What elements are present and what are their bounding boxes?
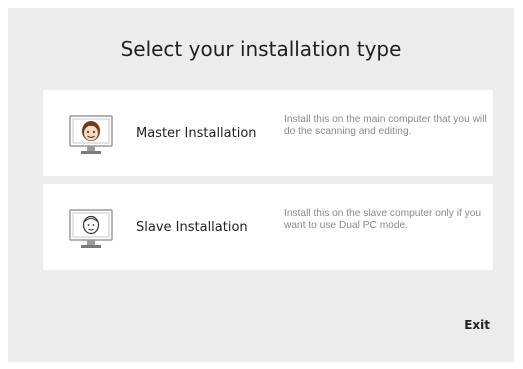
page-title: Select your installation type: [120, 37, 402, 61]
master-installation-label: Master Installation: [136, 126, 257, 141]
slave-installation-option[interactable]: Slave Installation Install this on the s…: [43, 184, 493, 270]
master-installation-option[interactable]: Master Installation Install this on the …: [43, 90, 493, 176]
slave-installation-label: Slave Installation: [136, 220, 248, 235]
installer-window: Select your installation type Master Ins…: [8, 8, 514, 362]
master-installation-description: Install this on the main computer that y…: [284, 114, 487, 137]
exit-button[interactable]: Exit: [464, 318, 490, 332]
slave-computer-icon: [69, 209, 113, 248]
slave-installation-description: Install this on the slave computer only …: [284, 208, 482, 231]
master-computer-icon: [69, 115, 113, 154]
